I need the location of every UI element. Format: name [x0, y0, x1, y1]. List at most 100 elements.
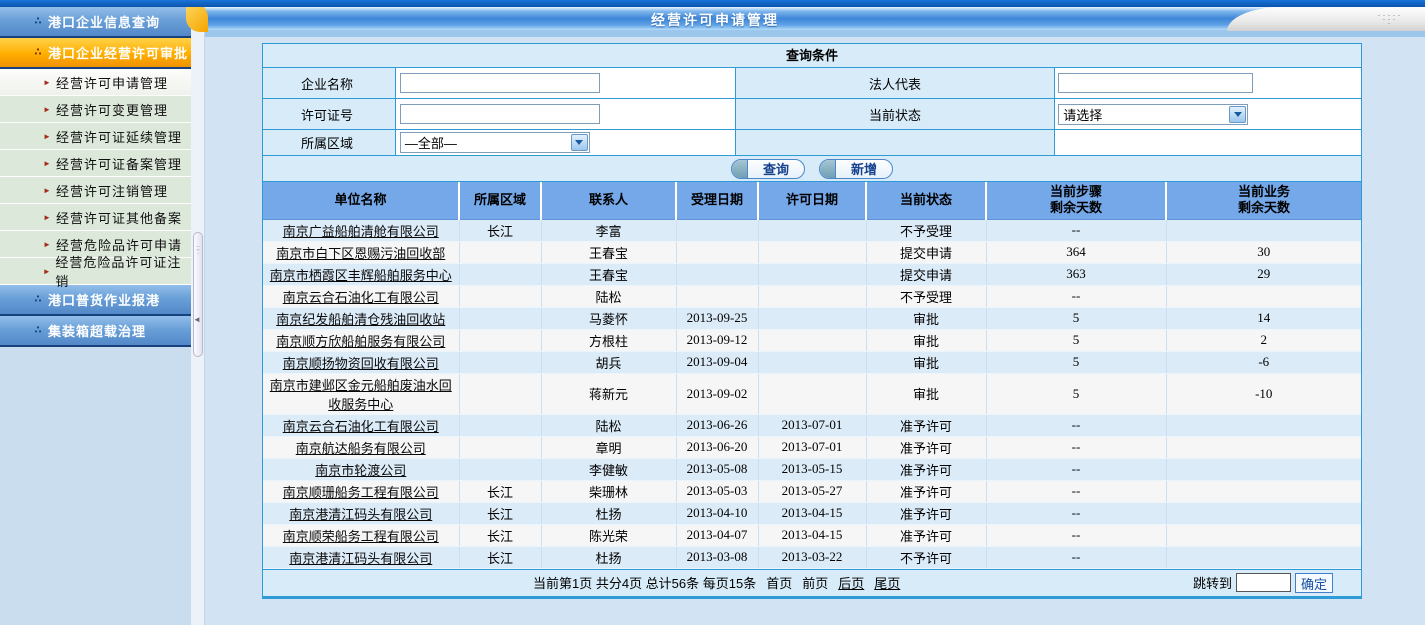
- cell-region: [459, 458, 541, 480]
- cell-contact: 蒋新元: [541, 373, 676, 414]
- cell-step-days-left: --: [986, 524, 1166, 546]
- cell-biz-days-left: [1166, 436, 1361, 458]
- cell-contact: 陈光荣: [541, 524, 676, 546]
- cell-region: [459, 285, 541, 307]
- company-link[interactable]: 南京市白下区恩赐污油回收部: [276, 246, 445, 261]
- cell-status: 准予许可: [866, 480, 986, 502]
- cell-accept-date: 2013-05-03: [676, 480, 758, 502]
- company-link[interactable]: 南京港清江码头有限公司: [289, 507, 432, 522]
- current-status-value: 请选择: [1059, 105, 1229, 124]
- cell-biz-days-left: 2: [1166, 329, 1361, 351]
- region-select[interactable]: —全部—: [400, 132, 590, 153]
- company-link[interactable]: 南京航达船务有限公司: [296, 441, 426, 456]
- sidebar-item-3[interactable]: ►经营许可申请管理: [0, 69, 191, 96]
- menu-branch-icon: ∴: [28, 325, 48, 336]
- jump-page-input[interactable]: [1236, 573, 1291, 592]
- cell-region: [459, 351, 541, 373]
- sidebar: ∴港口企业信息查询∴港口企业经营许可审批►经营许可申请管理►经营许可变更管理►经…: [0, 7, 191, 625]
- sidebar-item-4[interactable]: ►经营许可变更管理: [0, 96, 191, 123]
- table-row: 南京市栖霞区丰辉船舶服务中心王春宝提交申请36329: [263, 263, 1361, 285]
- confirm-button[interactable]: 确定: [1295, 573, 1333, 593]
- company-name-input[interactable]: [400, 73, 600, 93]
- company-link[interactable]: 南京广益船舶清舱有限公司: [283, 224, 439, 239]
- legal-rep-input[interactable]: [1058, 73, 1253, 93]
- search-button[interactable]: 查询: [731, 159, 805, 179]
- cell-step-days-left: 363: [986, 263, 1166, 285]
- menu-branch-icon: ∴: [28, 47, 48, 58]
- col-license-date: 许可日期: [758, 182, 866, 219]
- cell-status: 审批: [866, 351, 986, 373]
- splitter-thumb[interactable]: :::: [193, 232, 203, 357]
- cell-contact: 方根柱: [541, 329, 676, 351]
- company-link[interactable]: 南京顺珊船务工程有限公司: [283, 485, 439, 500]
- cell-step-days-left: --: [986, 219, 1166, 241]
- company-name-label: 企业名称: [263, 68, 396, 98]
- cell-company: 南京顺扬物资回收有限公司: [263, 351, 459, 373]
- col-status: 当前状态: [866, 182, 986, 219]
- company-link[interactable]: 南京顺荣船务工程有限公司: [283, 529, 439, 544]
- company-link[interactable]: 南京市建邺区金元船舶废油水回收服务中心: [270, 378, 452, 412]
- sidebar-item-6[interactable]: ►经营许可证备案管理: [0, 150, 191, 177]
- menu-branch-icon: ∴: [28, 294, 48, 305]
- cell-license-date: [758, 241, 866, 263]
- main-area: 经营许可申请管理 ········· 查询条件 企业名称 法人代表 许可证号 当…: [205, 7, 1425, 625]
- menu-arrow-icon: ►: [38, 186, 56, 195]
- sidebar-item-12[interactable]: ∴集装箱超载治理: [0, 316, 191, 347]
- company-link[interactable]: 南京市轮渡公司: [315, 463, 406, 478]
- col-biz-days-left: 当前业务 剩余天数: [1166, 182, 1361, 219]
- col-step-days-left: 当前步骤 剩余天数: [986, 182, 1166, 219]
- cell-region: 长江: [459, 546, 541, 568]
- sidebar-item-5[interactable]: ►经营许可证延续管理: [0, 123, 191, 150]
- cell-status: 准予许可: [866, 458, 986, 480]
- sidebar-item-7[interactable]: ►经营许可注销管理: [0, 177, 191, 204]
- add-button[interactable]: 新增: [819, 159, 893, 179]
- query-row: 企业名称 法人代表: [263, 68, 1361, 99]
- cell-license-date: 2013-04-15: [758, 502, 866, 524]
- results-table: 单位名称所属区域联系人受理日期许可日期当前状态当前步骤 剩余天数当前业务 剩余天…: [263, 182, 1361, 569]
- empty-cell: [736, 130, 1056, 155]
- cell-region: 长江: [459, 480, 541, 502]
- prev-page-link[interactable]: 前页: [802, 573, 828, 592]
- cell-status: 审批: [866, 307, 986, 329]
- table-row: 南京纪发船舶清仓残油回收站马菱怀2013-09-25审批514: [263, 307, 1361, 329]
- cell-company: 南京顺荣船务工程有限公司: [263, 524, 459, 546]
- sidebar-splitter[interactable]: ::: ◄: [191, 7, 205, 625]
- titlebar-grip-icon[interactable]: ·········: [1373, 13, 1407, 25]
- menu-arrow-icon: ►: [38, 78, 56, 87]
- current-status-select[interactable]: 请选择: [1058, 104, 1248, 125]
- sidebar-item-10[interactable]: ►经营危险品许可证注销: [0, 258, 191, 285]
- company-link[interactable]: 南京市栖霞区丰辉船舶服务中心: [270, 268, 452, 283]
- company-link[interactable]: 南京港清江码头有限公司: [289, 551, 432, 566]
- sidebar-item-label: 经营许可变更管理: [56, 100, 168, 119]
- table-row: 南京港清江码头有限公司长江杜扬2013-04-102013-04-15准予许可-…: [263, 502, 1361, 524]
- company-link[interactable]: 南京云合石油化工有限公司: [283, 419, 439, 434]
- cell-contact: 李富: [541, 219, 676, 241]
- next-page-link[interactable]: 后页: [838, 573, 864, 592]
- company-link[interactable]: 南京顺扬物资回收有限公司: [283, 356, 439, 371]
- company-link[interactable]: 南京云合石油化工有限公司: [283, 290, 439, 305]
- first-page-link[interactable]: 首页: [766, 573, 792, 592]
- sidebar-item-8[interactable]: ►经营许可证其他备案: [0, 204, 191, 231]
- splitter-grip-icon: :::: [194, 247, 202, 255]
- sidebar-item-1[interactable]: ∴港口企业信息查询: [0, 7, 191, 38]
- table-header-row: 单位名称所属区域联系人受理日期许可日期当前状态当前步骤 剩余天数当前业务 剩余天…: [263, 182, 1361, 219]
- cell-step-days-left: --: [986, 546, 1166, 568]
- sidebar-item-2[interactable]: ∴港口企业经营许可审批: [0, 38, 191, 69]
- menu-arrow-icon: ►: [38, 240, 56, 249]
- table-row: 南京广益船舶清舱有限公司长江李富不予受理--: [263, 219, 1361, 241]
- last-page-link[interactable]: 尾页: [874, 573, 900, 592]
- company-link[interactable]: 南京顺方欣船舶服务有限公司: [276, 334, 445, 349]
- cell-accept-date: [676, 263, 758, 285]
- cell-biz-days-left: -6: [1166, 351, 1361, 373]
- cell-license-date: [758, 263, 866, 285]
- menu-arrow-icon: ►: [38, 132, 56, 141]
- collapse-left-icon[interactable]: ◄: [193, 315, 201, 324]
- cell-status: 不予许可: [866, 546, 986, 568]
- query-row: 许可证号 当前状态 请选择: [263, 99, 1361, 130]
- license-no-input[interactable]: [400, 104, 600, 124]
- cell-license-date: 2013-05-15: [758, 458, 866, 480]
- company-link[interactable]: 南京纪发船舶清仓残油回收站: [276, 312, 445, 327]
- sidebar-item-label: 经营危险品许可证注销: [55, 252, 191, 290]
- cell-region: 长江: [459, 219, 541, 241]
- pagination-bar: 当前第1页 共分4页 总计56条 每页15条 首页 前页 后页 尾页 跳转到 确…: [263, 569, 1361, 596]
